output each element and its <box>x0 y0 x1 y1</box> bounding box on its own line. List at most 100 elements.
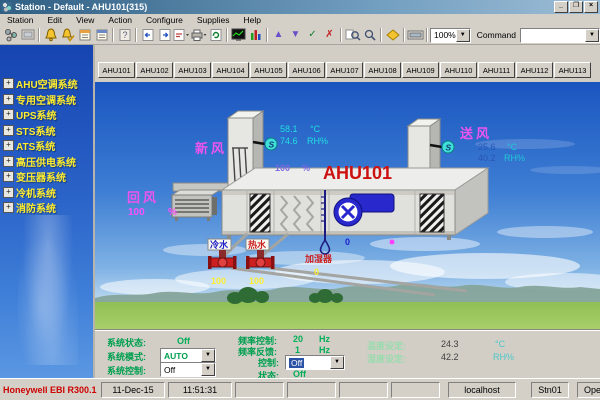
status-empty-4 <box>391 382 440 398</box>
zoom-dropdown-icon[interactable]: ▼ <box>456 29 470 42</box>
chilled-water-label: 冷水 <box>210 239 229 250</box>
humidifier-value: 0 <box>314 267 319 277</box>
acknowledge-icon[interactable]: ✓ <box>304 27 321 43</box>
app-icon <box>2 2 12 12</box>
tab-ahu107[interactable]: AHU107 <box>326 62 363 78</box>
find-icon[interactable] <box>344 27 361 43</box>
zoom-select[interactable]: 100% ▼ <box>430 28 471 43</box>
sidebar-item-6[interactable]: +高压供电系统 <box>0 154 93 170</box>
supply-air-sensor-icon[interactable]: S <box>442 141 454 153</box>
page-forward-icon[interactable] <box>156 27 173 43</box>
command-dropdown-icon[interactable]: ▼ <box>585 29 599 42</box>
supply-air-rh: 40.2 <box>478 153 496 163</box>
expand-icon[interactable]: + <box>3 156 14 167</box>
expand-icon[interactable]: + <box>3 187 14 198</box>
tab-ahu109[interactable]: AHU109 <box>402 62 439 78</box>
system-mode-select[interactable]: AUTO ▼ <box>160 348 216 363</box>
sidebar-item-8[interactable]: +冷机系统 <box>0 185 93 201</box>
alarm-summary-icon[interactable] <box>93 27 110 43</box>
tab-ahu110[interactable]: AHU110 <box>440 62 477 78</box>
menu-view[interactable]: View <box>69 15 101 25</box>
main-content: AHU101AHU102AHU103AHU104AHU105AHU106AHU1… <box>95 45 600 378</box>
menubar: StationEditViewActionConfigureSuppliesHe… <box>0 14 600 26</box>
hot-valve-opening: 100 <box>249 276 264 286</box>
fan-control-select[interactable]: Off ▼ <box>285 355 345 370</box>
expand-icon[interactable]: + <box>3 109 14 120</box>
raise-page-icon[interactable]: ▲ <box>270 27 287 43</box>
display-icon[interactable] <box>19 27 36 43</box>
system-control-select[interactable]: Off ▼ <box>160 362 216 377</box>
filter-right <box>420 194 444 232</box>
cancel-icon[interactable]: ✗ <box>321 27 338 43</box>
print-icon[interactable] <box>190 27 207 43</box>
page-back-icon[interactable] <box>139 27 156 43</box>
sidebar-item-7[interactable]: +变压器系统 <box>0 169 93 185</box>
fan-control-dropdown-icon[interactable]: ▼ <box>330 356 344 369</box>
sidebar-item-1[interactable]: +AHU空调系统 <box>0 76 93 92</box>
help-icon[interactable]: ? <box>116 27 133 43</box>
menu-station[interactable]: Station <box>0 15 40 25</box>
tab-ahu105[interactable]: AHU105 <box>250 62 287 78</box>
temp-setpoint-label: 温度设定: <box>367 339 406 352</box>
tab-ahu103[interactable]: AHU103 <box>174 62 211 78</box>
freq-feedback-value: 1 <box>295 345 300 355</box>
sidebar-item-label: 消防系统 <box>16 200 56 215</box>
expand-icon[interactable]: + <box>3 78 14 89</box>
supply-air-rh-unit: RH% <box>504 153 525 163</box>
window-title: Station - Default - AHU101(315) <box>15 2 147 12</box>
tab-ahu102[interactable]: AHU102 <box>136 62 173 78</box>
sidebar-item-2[interactable]: +专用空调系统 <box>0 92 93 108</box>
maximize-button[interactable]: ❐ <box>569 1 583 13</box>
menu-configure[interactable]: Configure <box>139 15 190 25</box>
tab-ahu104[interactable]: AHU104 <box>212 62 249 78</box>
unit-title: AHU101 <box>323 163 392 183</box>
tab-ahu108[interactable]: AHU108 <box>364 62 401 78</box>
lower-page-icon[interactable]: ▼ <box>287 27 304 43</box>
tab-ahu113[interactable]: AHU113 <box>554 62 591 78</box>
event-summary-icon[interactable] <box>76 27 93 43</box>
fresh-air-sensor-icon[interactable]: S <box>265 138 277 150</box>
refresh-page-icon[interactable] <box>207 27 224 43</box>
expand-icon[interactable]: + <box>3 202 14 213</box>
expand-icon[interactable]: + <box>3 140 14 151</box>
menu-action[interactable]: Action <box>101 15 139 25</box>
expand-icon[interactable]: + <box>3 171 14 182</box>
fresh-air-rh: 74.6 <box>280 136 298 146</box>
statusbar: Honeywell EBI R300.1 11-Dec-15 11:51:31 … <box>0 378 600 400</box>
station-icon[interactable] <box>2 27 19 43</box>
tab-ahu101[interactable]: AHU101 <box>98 62 135 78</box>
sidebar-item-4[interactable]: +STS系统 <box>0 123 93 139</box>
minimize-button[interactable]: _ <box>554 1 568 13</box>
mode-dropdown-icon[interactable]: ▼ <box>201 349 215 362</box>
tab-ahu112[interactable]: AHU112 <box>516 62 553 78</box>
trend-icon[interactable] <box>230 27 247 43</box>
menu-supplies[interactable]: Supplies <box>190 15 237 25</box>
control-dropdown-icon[interactable]: ▼ <box>201 363 215 376</box>
pan-icon[interactable] <box>384 27 401 43</box>
fullscreen-icon[interactable] <box>407 27 424 43</box>
return-air-label: 回风 <box>127 190 159 205</box>
status-user: Oper <box>577 382 600 398</box>
group-display-icon[interactable] <box>247 27 264 43</box>
close-button[interactable]: × <box>584 1 598 13</box>
rh-setpoint-label: 湿度设定: <box>367 352 406 365</box>
recall-page-icon[interactable] <box>173 27 190 43</box>
status-empty-2 <box>287 382 336 398</box>
freq-feedback-unit: Hz <box>319 345 330 355</box>
hot-water-label: 热水 <box>248 239 267 250</box>
command-label: Command <box>477 30 516 40</box>
rh-setpoint-unit: RH% <box>493 352 514 362</box>
alarm-ack-icon[interactable] <box>59 27 76 43</box>
zoom-icon[interactable] <box>361 27 378 43</box>
command-input[interactable]: ▼ <box>520 28 600 43</box>
sidebar-item-9[interactable]: +消防系统 <box>0 200 93 216</box>
menu-help[interactable]: Help <box>237 15 268 25</box>
sidebar-item-3[interactable]: +UPS系统 <box>0 107 93 123</box>
tab-ahu106[interactable]: AHU106 <box>288 62 325 78</box>
menu-edit[interactable]: Edit <box>40 15 69 25</box>
expand-icon[interactable]: + <box>3 94 14 105</box>
tab-ahu111[interactable]: AHU111 <box>478 62 515 78</box>
alarm-bell-icon[interactable] <box>42 27 59 43</box>
sidebar-item-5[interactable]: +ATS系统 <box>0 138 93 154</box>
expand-icon[interactable]: + <box>3 125 14 136</box>
